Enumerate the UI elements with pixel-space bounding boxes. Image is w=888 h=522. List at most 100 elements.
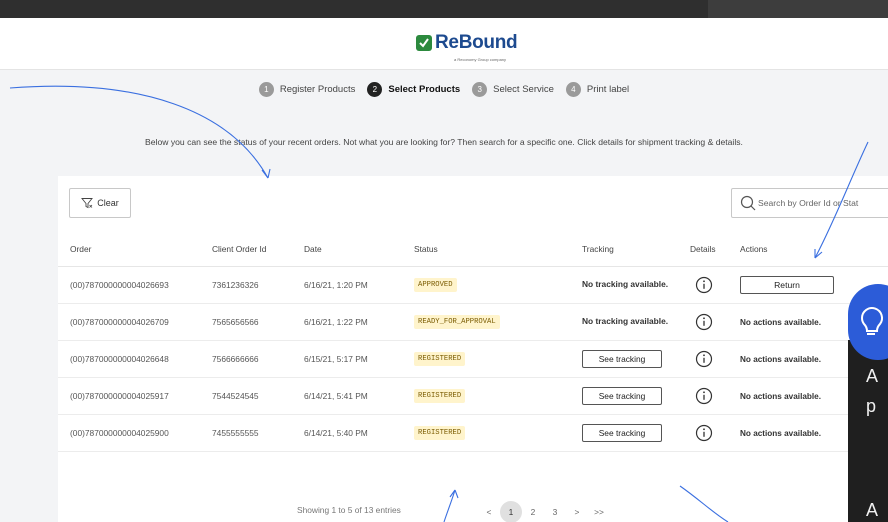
no-actions-text: No actions available. [740,428,821,438]
details-cell [690,303,740,341]
step-label: Print label [586,84,630,95]
header: ReBound a Reconomy Group company [0,18,888,70]
next-page-button[interactable]: > [566,501,588,522]
order-id: (00)787000000004025900 [58,414,212,452]
order-date: 6/15/21, 5:17 PM [304,340,414,378]
arrow-to-table [9,85,269,179]
status-cell: REGISTERED [414,340,582,378]
lightbulb-icon [860,307,883,335]
tracking-cell: No tracking available. [582,266,690,304]
last-page-button[interactable]: >> [588,501,610,522]
no-actions-text: No actions available. [740,354,821,364]
see-tracking-button[interactable]: See tracking [582,349,662,368]
details-cell [690,266,740,304]
help-text-line-3: A [866,500,879,520]
intro-text: Below you can see the status of your rec… [145,137,743,147]
page-2-button[interactable]: 2 [522,501,544,522]
brand-tagline: a Reconomy Group company [454,57,507,62]
orders-table: Order Client Order Id Date Status Tracki… [58,232,888,452]
header-tracking: Tracking [582,232,690,267]
orders-card: Clear Order Client Order Id Date Status … [58,176,888,522]
info-icon[interactable] [695,387,713,405]
details-cell [690,414,740,452]
help-text-line-1: A [866,366,879,386]
help-text-line-2: p [866,396,877,416]
status-badge: REGISTERED [414,425,466,440]
step-print-label[interactable]: 4 Print label [565,82,630,97]
table-footer: Showing 1 to 5 of 13 entries < 1 2 3 > >… [0,501,888,522]
client-order-id: 7544524545 [212,377,304,415]
see-tracking-button[interactable]: See tracking [582,386,662,405]
entries-summary: Showing 1 to 5 of 13 entries [297,505,401,515]
table-row: (00)787000000004025900 7455555555 6/14/2… [58,414,888,452]
client-order-id: 7565656566 [212,303,304,341]
step-number: 4 [565,82,581,97]
tracking-cell: See tracking [582,414,690,452]
step-number: 2 [367,82,383,97]
see-tracking-button[interactable]: See tracking [582,423,662,442]
header-date: Date [304,232,414,267]
status-cell: READY_FOR_APPROVAL [414,303,582,341]
page-3-button[interactable]: 3 [544,501,566,522]
page-1-button[interactable]: 1 [500,501,522,522]
stepper: 1 Register Products 2 Select Products 3 … [0,82,888,97]
help-bubble[interactable] [848,284,888,360]
search-input[interactable] [758,198,888,208]
clear-label: Clear [97,198,119,208]
order-date: 6/14/21, 5:41 PM [304,377,414,415]
step-number: 3 [472,82,488,97]
order-date: 6/16/21, 1:22 PM [304,303,414,341]
brand-name: ReBound [435,32,518,53]
info-icon[interactable] [695,313,713,331]
top-band-right [708,0,888,18]
status-cell: APPROVED [414,266,582,304]
search-box[interactable] [731,188,888,218]
order-id: (00)787000000004026693 [58,266,212,304]
order-date: 6/16/21, 1:20 PM [304,266,414,304]
tracking-cell: See tracking [582,377,690,415]
search-icon [740,195,756,211]
table-row: (00)787000000004026693 7361236326 6/16/2… [58,266,888,304]
order-id: (00)787000000004026648 [58,340,212,378]
client-order-id: 7455555555 [212,414,304,452]
step-label: Register Products [279,84,356,95]
details-cell [690,340,740,378]
order-id: (00)787000000004026709 [58,303,212,341]
pagination: < 1 2 3 > >> [478,501,610,522]
brand-logo: ReBound [416,32,518,54]
step-select-products[interactable]: 2 Select Products [367,82,460,97]
info-icon[interactable] [695,424,713,442]
status-cell: REGISTERED [414,414,582,452]
order-id: (00)787000000004025917 [58,377,212,415]
step-label: Select Products [388,84,461,95]
no-tracking-text: No tracking available. [582,316,669,327]
status-badge: REGISTERED [414,388,466,403]
no-actions-text: No actions available. [740,317,821,327]
return-button[interactable]: Return [740,275,834,294]
order-date: 6/14/21, 5:40 PM [304,414,414,452]
rebound-logo-icon [416,35,432,51]
table-header-row: Order Client Order Id Date Status Tracki… [58,232,888,267]
step-label: Select Service [493,84,554,95]
step-register-products[interactable]: 1 Register Products [258,82,356,97]
status-badge: READY_FOR_APPROVAL [414,314,500,329]
header-order: Order [58,232,212,267]
info-icon[interactable] [695,350,713,368]
tracking-cell: No tracking available. [582,303,690,341]
prev-page-button[interactable]: < [478,501,500,522]
client-order-id: 7361236326 [212,266,304,304]
header-client-order-id: Client Order Id [212,232,304,267]
table-row: (00)787000000004025917 7544524545 6/14/2… [58,377,888,415]
table-row: (00)787000000004026709 7565656566 6/16/2… [58,303,888,341]
status-badge: APPROVED [414,277,457,292]
header-status: Status [414,232,582,267]
info-icon[interactable] [695,276,713,294]
step-number: 1 [258,82,274,97]
tracking-cell: See tracking [582,340,690,378]
no-tracking-text: No tracking available. [582,279,669,290]
step-select-service[interactable]: 3 Select Service [472,82,554,97]
details-cell [690,377,740,415]
top-band [0,0,888,18]
no-actions-text: No actions available. [740,391,821,401]
clear-filter-button[interactable]: Clear [69,188,131,218]
